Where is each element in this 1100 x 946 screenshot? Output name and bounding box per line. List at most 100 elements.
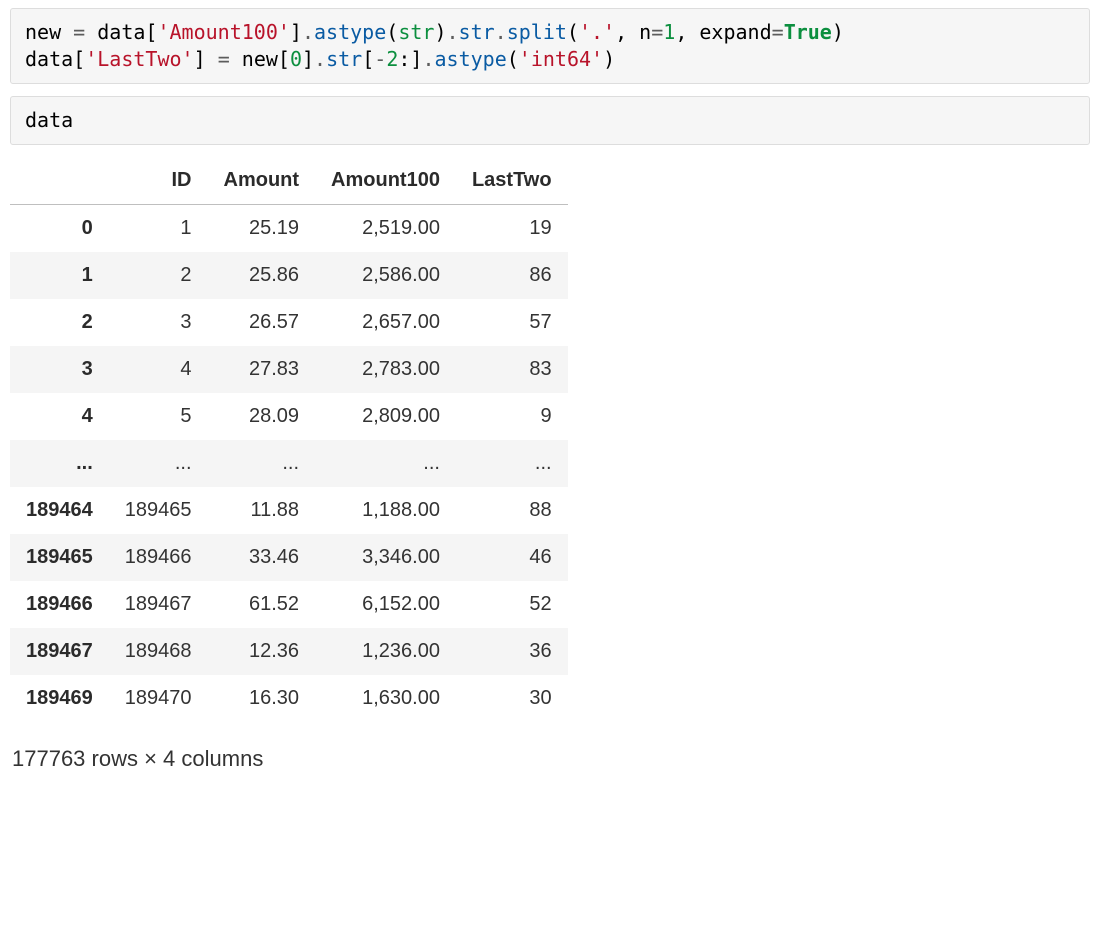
code-token: , expand xyxy=(675,20,771,44)
code-token: data[ xyxy=(85,20,157,44)
cell: 2,657.00 xyxy=(315,299,456,346)
code-token: astype xyxy=(435,47,507,71)
row-index: 189466 xyxy=(10,581,109,628)
table-row: 18946618946761.526,152.0052 xyxy=(10,581,568,628)
row-index: 189467 xyxy=(10,628,109,675)
cell: 33.46 xyxy=(208,534,316,581)
code-token: 'LastTwo' xyxy=(85,47,193,71)
code-token: data[ xyxy=(25,47,85,71)
cell: 86 xyxy=(456,252,568,299)
cell: 2 xyxy=(109,252,208,299)
cell: 6,152.00 xyxy=(315,581,456,628)
cell: 88 xyxy=(456,487,568,534)
cell: 1,630.00 xyxy=(315,675,456,722)
col-header-id: ID xyxy=(109,157,208,205)
cell: 189468 xyxy=(109,628,208,675)
code-token: . xyxy=(314,47,326,71)
code-token: '.' xyxy=(579,20,615,44)
cell: 11.88 xyxy=(208,487,316,534)
dataframe-table: ID Amount Amount100 LastTwo 0125.192,519… xyxy=(10,157,568,722)
code-token: 2 xyxy=(386,47,398,71)
code-token: True xyxy=(784,20,832,44)
cell: 83 xyxy=(456,346,568,393)
cell: 30 xyxy=(456,675,568,722)
code-token: astype xyxy=(314,20,386,44)
cell: 28.09 xyxy=(208,393,316,440)
cell: 36 xyxy=(456,628,568,675)
col-header-amount100: Amount100 xyxy=(315,157,456,205)
table-row: 18946418946511.881,188.0088 xyxy=(10,487,568,534)
code-token: split xyxy=(507,20,567,44)
cell: ... xyxy=(109,440,208,487)
notebook-page: new = data['Amount100'].astype(str).str.… xyxy=(0,0,1100,946)
table-row: 3427.832,783.0083 xyxy=(10,346,568,393)
code-token: 1 xyxy=(663,20,675,44)
table-row: ............... xyxy=(10,440,568,487)
cell: 9 xyxy=(456,393,568,440)
code-token: ) xyxy=(832,20,844,44)
cell: 1,188.00 xyxy=(315,487,456,534)
code-token: new[ xyxy=(230,47,290,71)
code-token: . xyxy=(422,47,434,71)
cell: 3,346.00 xyxy=(315,534,456,581)
cell: 52 xyxy=(456,581,568,628)
cell: 25.86 xyxy=(208,252,316,299)
cell: 189470 xyxy=(109,675,208,722)
cell: 189465 xyxy=(109,487,208,534)
cell: 57 xyxy=(456,299,568,346)
code-token: ] xyxy=(194,47,218,71)
cell: 2,519.00 xyxy=(315,205,456,253)
cell: 26.57 xyxy=(208,299,316,346)
row-index: 4 xyxy=(10,393,109,440)
code-token: = xyxy=(218,47,230,71)
cell: 25.19 xyxy=(208,205,316,253)
cell: ... xyxy=(208,440,316,487)
cell: 2,783.00 xyxy=(315,346,456,393)
code-token: str xyxy=(459,20,495,44)
row-index: 1 xyxy=(10,252,109,299)
table-row: 2326.572,657.0057 xyxy=(10,299,568,346)
code-token: [ xyxy=(362,47,374,71)
table-row: 1225.862,586.0086 xyxy=(10,252,568,299)
code-token: 'Amount100' xyxy=(157,20,289,44)
row-index: 189469 xyxy=(10,675,109,722)
code-token: = xyxy=(772,20,784,44)
cell: 1 xyxy=(109,205,208,253)
code-token: str xyxy=(326,47,362,71)
code-token: ( xyxy=(507,47,519,71)
cell: 2,586.00 xyxy=(315,252,456,299)
cell: 3 xyxy=(109,299,208,346)
col-header-lasttwo: LastTwo xyxy=(456,157,568,205)
code-token: :] xyxy=(398,47,422,71)
cell: 189466 xyxy=(109,534,208,581)
cell: ... xyxy=(315,440,456,487)
row-index: 189465 xyxy=(10,534,109,581)
cell: 27.83 xyxy=(208,346,316,393)
code-token: data xyxy=(25,108,73,132)
code-token: , n xyxy=(615,20,651,44)
cell: ... xyxy=(456,440,568,487)
row-index: ... xyxy=(10,440,109,487)
dataframe-summary: 177763 rows × 4 columns xyxy=(12,746,568,772)
table-row: 18946518946633.463,346.0046 xyxy=(10,534,568,581)
code-token: ( xyxy=(567,20,579,44)
code-cell-1[interactable]: new = data['Amount100'].astype(str).str.… xyxy=(10,8,1090,84)
code-token: ] xyxy=(302,47,314,71)
cell: 16.30 xyxy=(208,675,316,722)
code-token: = xyxy=(651,20,663,44)
cell: 19 xyxy=(456,205,568,253)
code-token: 'int64' xyxy=(519,47,603,71)
row-index: 0 xyxy=(10,205,109,253)
code-token: ] xyxy=(290,20,302,44)
code-token: ) xyxy=(603,47,615,71)
table-row: 18946718946812.361,236.0036 xyxy=(10,628,568,675)
code-token: str xyxy=(398,20,434,44)
code-cell-2[interactable]: data xyxy=(10,96,1090,145)
row-index: 3 xyxy=(10,346,109,393)
code-token: . xyxy=(302,20,314,44)
cell: 189467 xyxy=(109,581,208,628)
table-row: 0125.192,519.0019 xyxy=(10,205,568,253)
code-token: ) xyxy=(434,20,446,44)
cell: 4 xyxy=(109,346,208,393)
code-token: new xyxy=(25,20,73,44)
